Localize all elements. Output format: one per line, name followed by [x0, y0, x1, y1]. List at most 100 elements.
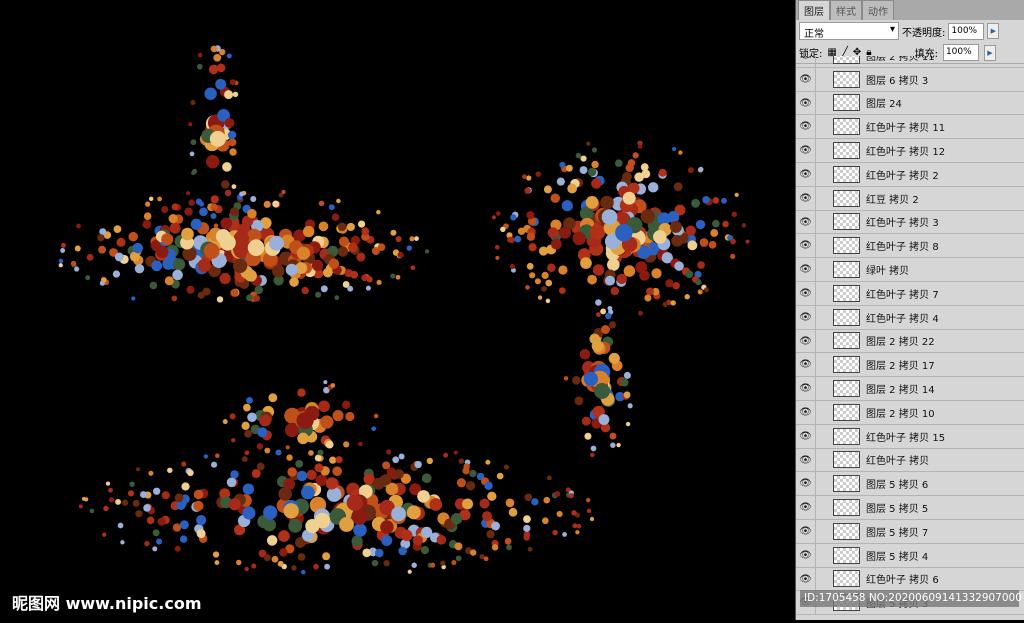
visibility-eye-icon[interactable]: 👁︎ — [796, 281, 816, 305]
layer-row[interactable]: 👁︎ 图层 5 拷贝 6 — [796, 472, 1024, 497]
flower-mark — [623, 391, 631, 399]
flower-mark — [102, 532, 107, 537]
flower-mark — [338, 236, 350, 247]
flower-mark — [197, 258, 212, 273]
layer-row[interactable]: 👁︎ 图层 5 拷贝 7 — [796, 519, 1024, 544]
flower-mark — [373, 413, 379, 419]
layer-row[interactable]: 👁︎ 图层 2 拷贝 17 — [796, 353, 1024, 378]
flower-mark — [702, 195, 710, 204]
layer-name: 图层 2 拷贝 10 — [866, 408, 935, 420]
visibility-eye-icon[interactable]: 👁︎ — [796, 234, 816, 258]
flower-mark — [337, 246, 349, 257]
flower-mark — [231, 184, 237, 189]
flower-mark — [579, 166, 588, 175]
visibility-eye-icon[interactable]: 👁︎ — [796, 377, 816, 400]
flower-mark — [562, 532, 567, 537]
flower-mark — [371, 247, 380, 255]
flower-mark — [271, 555, 279, 563]
flower-mark — [406, 505, 421, 520]
visibility-eye-icon[interactable]: 👁︎ — [796, 543, 816, 567]
flower-mark — [272, 264, 285, 278]
layer-thumbnail — [833, 165, 860, 183]
flower-mark — [263, 554, 271, 562]
flower-mark — [414, 236, 419, 241]
flower-mark — [391, 506, 406, 522]
opacity-slider-button[interactable]: ▶ — [987, 23, 1000, 39]
layer-row[interactable]: 👁︎ 红色叶子 拷贝 4 — [796, 305, 1024, 330]
visibility-eye-icon[interactable]: 👁︎ — [796, 424, 816, 448]
flower-mark — [572, 523, 578, 529]
visibility-eye-icon[interactable]: 👁︎ — [796, 258, 816, 281]
visibility-eye-icon[interactable]: 👁︎ — [796, 162, 816, 186]
tab-layers[interactable]: 图层 — [798, 0, 830, 20]
layer-thumbnail — [833, 237, 860, 255]
layer-row[interactable]: 👁︎ 图层 2 拷贝 22 — [796, 329, 1024, 354]
layer-thumbnail — [833, 308, 860, 326]
layer-row[interactable]: 👁︎ 图层 24 — [796, 91, 1024, 116]
flower-mark — [204, 87, 217, 100]
flower-mark — [527, 546, 533, 552]
blend-mode-select[interactable]: 正常 — [799, 22, 899, 40]
layer-row[interactable]: 👁︎ 图层 5 拷贝 5 — [796, 496, 1024, 520]
visibility-eye-icon[interactable]: 👁︎ — [796, 496, 816, 519]
flower-mark — [708, 240, 717, 249]
flower-mark — [226, 477, 237, 488]
layer-row[interactable]: 👁︎ 红色叶子 拷贝 7 — [796, 281, 1024, 306]
flower-mark — [565, 164, 573, 172]
flower-mark — [646, 287, 654, 296]
flower-mark — [181, 227, 194, 241]
flower-mark — [149, 281, 158, 290]
visibility-eye-icon[interactable]: 👁︎ — [796, 353, 816, 377]
layer-name: 红色叶子 拷贝 11 — [866, 123, 946, 135]
flower-mark — [279, 548, 288, 557]
opacity-input[interactable]: 100% — [948, 22, 985, 40]
flower-mark — [135, 510, 143, 518]
layer-row[interactable]: 👁︎ 红色叶子 拷贝 11 — [796, 115, 1024, 140]
layer-row[interactable]: 👁︎ 绿叶 拷贝 — [796, 258, 1024, 282]
visibility-eye-icon[interactable]: 👁︎ — [796, 186, 816, 210]
layer-row[interactable]: 👁︎ 红色叶子 拷贝 3 — [796, 210, 1024, 235]
layer-row[interactable]: 👁︎ 图层 5 拷贝 4 — [796, 543, 1024, 568]
flower-mark — [115, 498, 122, 505]
layer-row[interactable]: 👁︎ 红豆 拷贝 2 — [796, 186, 1024, 211]
tab-actions[interactable]: 动作 — [862, 0, 894, 20]
visibility-eye-icon[interactable]: 👁︎ — [796, 448, 816, 472]
flower-mark — [685, 270, 694, 279]
tab-styles[interactable]: 样式 — [830, 0, 862, 20]
watermark: 昵图网 www.nipic.com — [12, 594, 202, 613]
visibility-eye-icon[interactable]: 👁︎ — [796, 67, 816, 91]
visibility-eye-icon[interactable]: 👁︎ — [796, 91, 816, 115]
layer-row[interactable]: 👁︎ 红色叶子 拷贝 2 — [796, 162, 1024, 187]
visibility-eye-icon[interactable]: 👁︎ — [796, 56, 816, 67]
flower-mark — [500, 226, 506, 232]
flower-mark — [622, 191, 636, 205]
visibility-eye-icon[interactable]: 👁︎ — [796, 305, 816, 329]
flower-mark — [263, 505, 278, 520]
flower-mark — [638, 310, 643, 316]
visibility-eye-icon[interactable]: 👁︎ — [796, 329, 816, 353]
layer-row[interactable]: 👁︎ 红色叶子 拷贝 8 — [796, 234, 1024, 259]
visibility-eye-icon[interactable]: 👁︎ — [796, 519, 816, 543]
flower-mark — [117, 522, 124, 529]
layer-row[interactable]: 👁︎ 图层 2 拷贝 14 — [796, 377, 1024, 401]
layer-row[interactable]: 👁︎ 红色叶子 拷贝 12 — [796, 139, 1024, 163]
flower-mark — [324, 563, 330, 570]
visibility-eye-icon[interactable]: 👁︎ — [796, 210, 816, 234]
flower-mark — [543, 185, 552, 194]
visibility-eye-icon[interactable]: 👁︎ — [796, 472, 816, 496]
visibility-eye-icon[interactable]: 👁︎ — [796, 139, 816, 162]
document-canvas[interactable] — [0, 0, 795, 620]
flower-mark — [181, 461, 187, 467]
layer-row[interactable]: 👁︎ 红色叶子 拷贝 6 — [796, 567, 1024, 592]
layer-row[interactable]: 👁︎ 图层 2 拷贝 11 — [796, 56, 1024, 68]
flower-mark — [131, 296, 136, 301]
flower-mark — [172, 258, 186, 271]
visibility-eye-icon[interactable]: 👁︎ — [796, 567, 816, 591]
layer-row[interactable]: 👁︎ 图层 6 拷贝 3 — [796, 67, 1024, 92]
flower-mark — [454, 542, 463, 551]
layer-row[interactable]: 👁︎ 红色叶子 拷贝 15 — [796, 424, 1024, 449]
visibility-eye-icon[interactable]: 👁︎ — [796, 400, 816, 424]
visibility-eye-icon[interactable]: 👁︎ — [796, 115, 816, 139]
layer-row[interactable]: 👁︎ 红色叶子 拷贝 — [796, 448, 1024, 473]
layer-row[interactable]: 👁︎ 图层 2 拷贝 10 — [796, 400, 1024, 425]
